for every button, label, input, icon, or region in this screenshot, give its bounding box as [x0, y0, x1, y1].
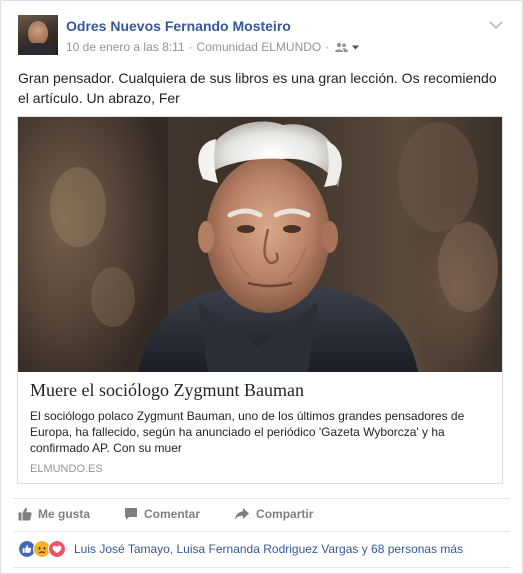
author-name[interactable]: Odres Nuevos Fernando Mosteiro	[66, 18, 291, 34]
share-label: Compartir	[256, 507, 314, 521]
action-bar: Me gusta Comentar Compartir	[18, 501, 347, 527]
reactions-summary[interactable]: Luis José Tamayo, Luisa Fernanda Rodrigu…	[18, 540, 463, 558]
post-date[interactable]: 10 de enero a las 8:11	[66, 40, 185, 54]
avatar-shoulders	[20, 43, 56, 55]
post-text: Gran pensador. Cualquiera de sus libros …	[18, 70, 497, 106]
share-button[interactable]: Compartir	[234, 507, 313, 521]
thumbs-up-icon	[18, 507, 32, 521]
comment-button[interactable]: Comentar	[124, 507, 200, 521]
post-card: Odres Nuevos Fernando Mosteiro 10 de ene…	[0, 0, 523, 574]
post-meta: 10 de enero a las 8:11 · Comunidad ELMUN…	[66, 40, 360, 54]
like-label: Me gusta	[38, 507, 91, 521]
audience-selector[interactable]	[335, 42, 360, 52]
post-options-chevron-icon[interactable]	[488, 19, 504, 31]
portrait-illustration	[18, 117, 498, 372]
reaction-icons[interactable]	[18, 540, 66, 558]
meta-separator: ·	[188, 40, 193, 54]
article-description: El sociólogo polaco Zygmunt Bauman, uno …	[30, 409, 465, 455]
group-audience-icon	[335, 42, 349, 52]
love-reaction-icon	[48, 540, 66, 558]
comment-icon	[125, 508, 138, 520]
meta-separator-2: ·	[325, 40, 330, 54]
avatar-face	[28, 21, 48, 45]
post-header: Odres Nuevos Fernando Mosteiro 10 de ene…	[18, 15, 510, 59]
divider	[13, 567, 510, 568]
like-button[interactable]: Me gusta	[18, 507, 90, 521]
article-domain: ELMUNDO.ES	[30, 463, 103, 475]
divider	[13, 498, 510, 499]
comment-label: Comentar	[144, 507, 201, 521]
link-preview-card[interactable]: Muere el sociólogo Zygmunt Bauman El soc…	[17, 116, 503, 484]
article-title[interactable]: Muere el sociólogo Zygmunt Bauman	[30, 380, 490, 401]
audience-caret-icon	[352, 45, 360, 50]
share-icon	[235, 508, 250, 520]
article-photo[interactable]	[18, 117, 502, 372]
divider	[13, 531, 510, 532]
reactions-text[interactable]: Luis José Tamayo, Luisa Fernanda Rodrigu…	[74, 542, 463, 556]
group-link[interactable]: Comunidad ELMUNDO	[197, 40, 322, 54]
author-avatar[interactable]	[18, 15, 58, 55]
